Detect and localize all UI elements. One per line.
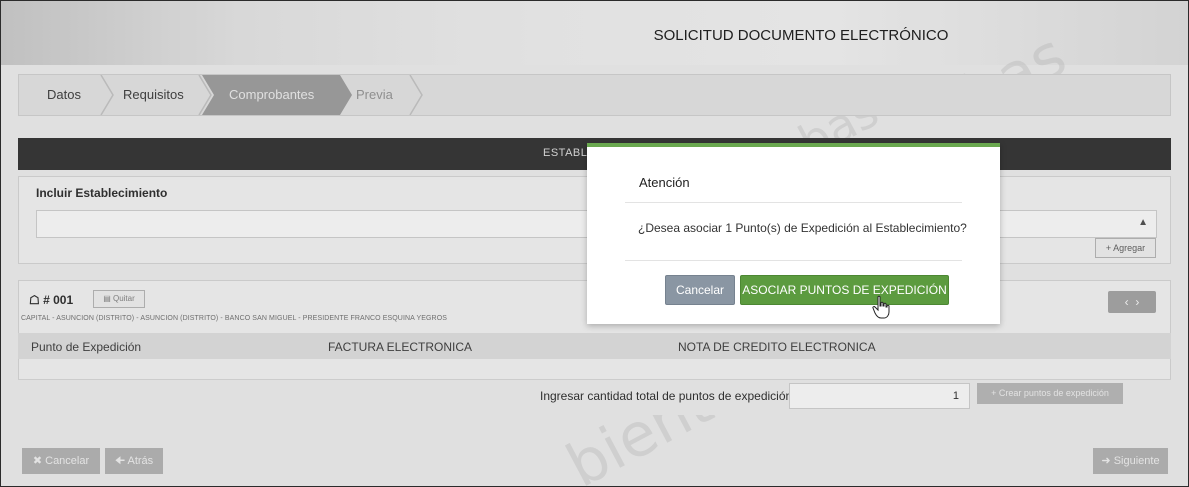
divider xyxy=(625,260,962,261)
dialog-confirm-button[interactable]: ASOCIAR PUNTOS DE EXPEDICIÓN xyxy=(740,275,949,305)
dialog-message: ¿Desea asociar 1 Punto(s) de Expedición … xyxy=(638,221,967,235)
hand-pointer-icon xyxy=(872,295,890,319)
dialog-title: Atención xyxy=(639,175,690,190)
app-window: SOLICITUD DOCUMENTO ELECTRÓNICO bas ebas… xyxy=(0,0,1189,487)
confirm-dialog: Atención ¿Desea asociar 1 Punto(s) de Ex… xyxy=(587,143,1000,324)
divider xyxy=(625,202,962,203)
dialog-cancel-button[interactable]: Cancelar xyxy=(665,275,735,305)
